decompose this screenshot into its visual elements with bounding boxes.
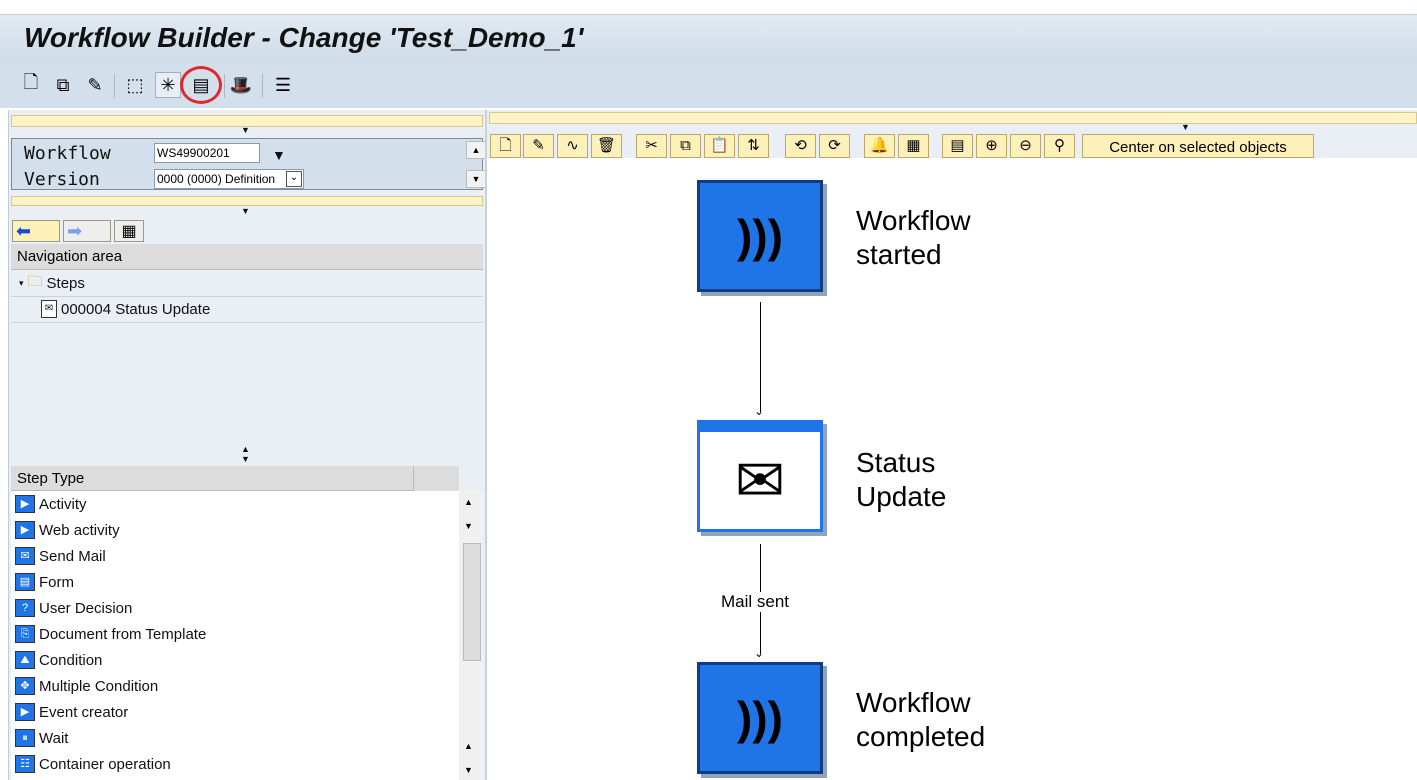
forward-button[interactable]: ➡ xyxy=(63,220,111,242)
envelope-icon: ✉ xyxy=(734,446,786,514)
node-label: Status Update xyxy=(856,447,947,512)
workflow-completed-node[interactable]: ))) xyxy=(697,662,823,774)
wizard-icon[interactable]: ✳ xyxy=(155,72,181,98)
node-label: Workflow completed xyxy=(856,687,986,752)
version-label: Version xyxy=(24,169,100,190)
step-type-icon: ☷ xyxy=(15,755,35,773)
edit-icon[interactable]: ✎ xyxy=(523,134,554,158)
step-type-item[interactable]: ⎘ Document from Template xyxy=(15,623,206,645)
arrow-left-icon: ⬅ xyxy=(16,221,32,241)
scrollbar[interactable]: ▲ ▼ ▲ ▼ xyxy=(459,491,483,780)
chevron-down-icon[interactable]: ⌄ xyxy=(286,171,302,187)
align-icon[interactable]: ▤ xyxy=(942,134,973,158)
step-type-label: Send Mail xyxy=(39,547,106,565)
window-title: Workflow Builder - Change 'Test_Demo_1' xyxy=(24,22,584,53)
step-type-item[interactable]: ▶ Event creator xyxy=(15,701,128,723)
step-type-item[interactable]: ⛰ Condition xyxy=(15,649,102,671)
status-update-node[interactable]: ✉ xyxy=(697,420,823,532)
step-type-label: Web activity xyxy=(39,521,120,539)
center-on-selected-objects-button[interactable]: Center on selected objects xyxy=(1082,134,1314,158)
tree-icon: ▦ xyxy=(121,223,137,240)
red-circle-annotation xyxy=(180,66,222,104)
new-icon[interactable]: 🗋 xyxy=(490,134,521,158)
paste-icon[interactable]: 📋 xyxy=(704,134,735,158)
version-value: 0000 (0000) Definition xyxy=(157,172,276,186)
workflow-input[interactable]: WS49900201 xyxy=(154,143,260,163)
hat-icon[interactable]: 🎩 xyxy=(228,72,254,98)
step-type-label: Wait xyxy=(39,729,69,747)
workflow-started-node[interactable]: ))) xyxy=(697,180,823,292)
bell-icon[interactable]: 🔔 xyxy=(864,134,895,158)
cut-icon[interactable]: ✂ xyxy=(636,134,667,158)
person-icon[interactable]: ⚲ xyxy=(1044,134,1075,158)
tree-folder-steps[interactable]: Steps xyxy=(47,275,85,292)
edit-pencil-icon[interactable]: ✎ xyxy=(82,72,108,98)
step-type-item[interactable]: ⏸ Wait xyxy=(15,727,68,749)
step-type-item[interactable]: ☷ Container operation xyxy=(15,753,171,775)
step-type-icon: ▤ xyxy=(15,573,35,591)
new-document-icon[interactable]: 🗋 xyxy=(18,72,44,98)
header-form: Workflow WS49900201 ▼ Version 0000 (0000… xyxy=(11,138,486,190)
connect-icon[interactable]: ∿ xyxy=(557,134,588,158)
dropdown-icon[interactable]: ▼ xyxy=(272,147,286,163)
step-type-label: Event creator xyxy=(39,703,129,721)
step-type-item[interactable]: ▤ Form xyxy=(15,571,74,593)
event-icon: ))) xyxy=(737,210,783,262)
step-type-label: User Decision xyxy=(39,599,133,617)
undo-icon[interactable]: ⟲ xyxy=(785,134,816,158)
version-select[interactable]: 0000 (0000) Definition ⌄ xyxy=(154,169,304,189)
step-type-icon: ? xyxy=(15,599,35,617)
step-type-item[interactable]: ✉ Send Mail xyxy=(15,545,106,567)
list-icon[interactable]: ☰ xyxy=(270,72,296,98)
step-type-icon: ▶ xyxy=(15,495,35,513)
step-type-header: Step Type xyxy=(11,466,413,491)
left-panel: ▼ Workflow WS49900201 ▼ Version 0000 (00… xyxy=(8,110,486,780)
folder-icon: 🗀 xyxy=(27,272,43,290)
scroll-up-button[interactable]: ▲ xyxy=(466,141,486,159)
overview-button[interactable]: ▦ xyxy=(114,220,144,242)
grid-icon[interactable]: ▦ xyxy=(898,134,929,158)
redo-icon[interactable]: ⟳ xyxy=(819,134,850,158)
step-type-icon: ▶ xyxy=(15,521,35,539)
back-button[interactable]: ⬅ xyxy=(12,220,60,242)
expand-icon[interactable]: ▾ xyxy=(19,278,24,289)
step-type-icon: ✥ xyxy=(15,677,35,695)
arrow-right-icon: ➡ xyxy=(67,221,83,241)
step-type-label: Multiple Condition xyxy=(39,677,159,695)
step-type-label: Form xyxy=(39,573,74,591)
step-type-icon: ✉ xyxy=(15,547,35,565)
copy-icon[interactable]: ⧉ xyxy=(50,72,76,98)
tree-item-status-update[interactable]: 000004 Status Update xyxy=(61,301,210,318)
step-type-icon: ▶ xyxy=(15,703,35,721)
step-type-icon: ⎘ xyxy=(15,625,35,643)
workflow-canvas: ))) Workflow started ⌄ ✉ Status Update Mai… xyxy=(487,158,1417,780)
copy-icon[interactable]: ⧉ xyxy=(670,134,701,158)
edge-label: Mail sent xyxy=(721,592,790,612)
step-type-item[interactable]: ▶ Web activity xyxy=(15,519,120,541)
step-type-label: Container operation xyxy=(39,755,171,773)
hierarchy-icon[interactable]: ⬚ xyxy=(122,72,148,98)
step-type-item[interactable]: ✥ Multiple Condition xyxy=(15,675,158,697)
step-type-item[interactable]: ▶ Activity xyxy=(15,493,87,515)
scroll-thumb[interactable] xyxy=(463,543,481,661)
step-type-list: ▶ Activity ▶ Web activity ✉ Send Mail ▤ Form? Us… xyxy=(11,491,459,780)
step-type-label: Activity xyxy=(39,495,87,513)
edge-line xyxy=(760,302,761,412)
delete-icon[interactable]: 🗑 xyxy=(591,134,622,158)
send-mail-icon: ✉ xyxy=(41,300,57,318)
node-label: Workflow started xyxy=(856,205,971,270)
navigation-area-header: Navigation area xyxy=(11,244,483,270)
step-type-icon: ⏸ xyxy=(15,729,35,747)
step-type-label: Condition xyxy=(39,651,103,669)
step-type-item[interactable]: ? User Decision xyxy=(15,597,132,619)
workflow-label: Workflow xyxy=(24,143,111,164)
event-icon: ))) xyxy=(737,692,783,744)
move-icon[interactable]: ⇅ xyxy=(738,134,769,158)
zoom-out-icon[interactable]: ⊖ xyxy=(1010,134,1041,158)
step-type-icon: ⛰ xyxy=(15,651,35,669)
step-type-label: Document from Template xyxy=(39,625,207,643)
zoom-in-icon[interactable]: ⊕ xyxy=(976,134,1007,158)
scroll-down-button[interactable]: ▼ xyxy=(466,170,486,188)
